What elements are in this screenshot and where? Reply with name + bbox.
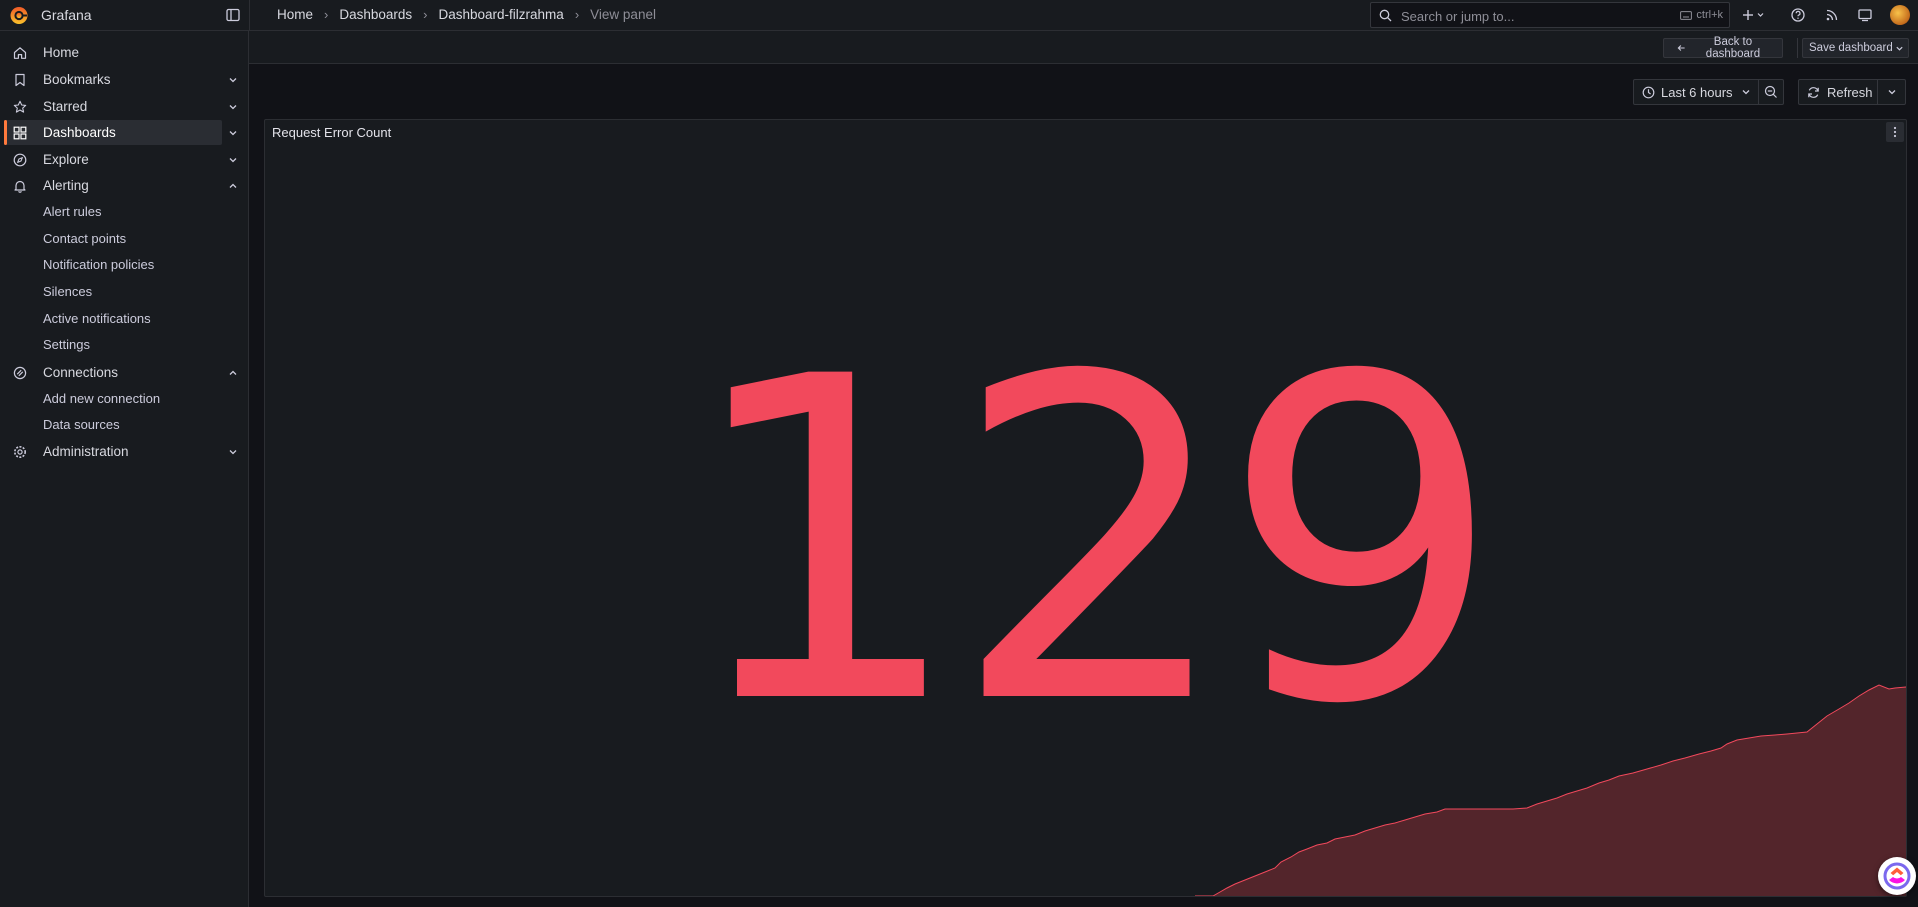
breadcrumb-dashboards[interactable]: Dashboards xyxy=(339,7,412,22)
chevron-down-icon[interactable] xyxy=(228,155,238,165)
help-icon[interactable] xyxy=(1790,7,1806,23)
refresh-label: Refresh xyxy=(1827,84,1873,100)
time-range-label: Last 6 hours xyxy=(1661,84,1733,100)
toolbar-divider xyxy=(1797,38,1798,58)
sidebar-subitem-add-new-connection[interactable]: Add new connection xyxy=(43,391,160,406)
chevron-down-icon[interactable] xyxy=(228,75,238,85)
sidebar-item-bookmarks[interactable]: Bookmarks xyxy=(0,67,249,92)
sidebar-item-label: Starred xyxy=(43,99,88,114)
breadcrumb-separator-icon: › xyxy=(423,7,428,22)
stat-value: 129 xyxy=(681,283,1503,801)
breadcrumb-home[interactable]: Home xyxy=(277,7,313,22)
sidebar-subitem-active-notifications[interactable]: Active notifications xyxy=(43,311,151,326)
back-to-dashboard-label: Back to dashboard xyxy=(1705,36,1761,60)
apps-icon xyxy=(13,126,27,140)
sidebar-item-home[interactable]: Home xyxy=(0,40,249,65)
top-navbar: Grafana Home › Dashboards › Dashboard-fi… xyxy=(0,0,1918,31)
home-icon xyxy=(13,47,27,59)
sidebar-item-label: Dashboards xyxy=(43,125,116,140)
sidebar-item-label: Alerting xyxy=(43,178,89,193)
sidebar-mega-menu: Home Bookmarks Starred Dashboards Explor… xyxy=(0,31,249,907)
sidebar-item-starred[interactable]: Starred xyxy=(0,94,249,119)
sidebar-item-alerting[interactable]: Alerting xyxy=(0,173,249,198)
save-dashboard-button[interactable]: Save dashboard xyxy=(1802,38,1909,58)
sidebar-item-label: Administration xyxy=(43,444,129,459)
sidebar-subitem-alert-rules[interactable]: Alert rules xyxy=(43,204,102,219)
sidebar-subitem-notification-policies[interactable]: Notification policies xyxy=(43,257,154,272)
refresh-button[interactable]: Refresh xyxy=(1798,79,1878,105)
clickup-logo-icon xyxy=(1883,862,1911,890)
breadcrumb-separator-icon: › xyxy=(324,7,329,22)
chevron-up-icon[interactable] xyxy=(228,181,238,191)
ellipsis-v-icon xyxy=(1893,126,1897,138)
zoom-out-icon xyxy=(1764,85,1777,98)
dashboard-toolbar: Back to dashboard Save dashboard xyxy=(249,31,1918,64)
chevron-down-icon[interactable] xyxy=(228,128,238,138)
sidebar-item-administration[interactable]: Administration xyxy=(0,439,249,464)
star-icon xyxy=(13,100,27,113)
panel-menu-button[interactable] xyxy=(1886,122,1904,142)
bookmark-icon xyxy=(15,73,25,87)
add-new-icon[interactable] xyxy=(1742,7,1768,23)
search-input[interactable] xyxy=(1399,6,1643,26)
chevron-down-icon xyxy=(1888,90,1895,95)
breadcrumb-dashboard[interactable]: Dashboard-filzrahma xyxy=(439,7,564,22)
sidebar-subitem-contact-points[interactable]: Contact points xyxy=(43,231,126,246)
sidebar-item-label: Home xyxy=(43,45,80,60)
chevron-down-icon[interactable] xyxy=(1895,44,1904,53)
save-dashboard-label: Save dashboard xyxy=(1809,42,1893,54)
sidebar-subitem-silences[interactable]: Silences xyxy=(43,284,92,299)
search-shortcut-label: ctrl+k xyxy=(1696,9,1723,21)
stat-panel: Request Error Count 129 xyxy=(264,119,1907,897)
chevron-down-icon[interactable] xyxy=(228,447,238,457)
clock-icon xyxy=(1642,86,1655,98)
zoom-out-button[interactable] xyxy=(1758,79,1784,105)
search-bar[interactable]: ctrl+k xyxy=(1370,2,1730,28)
dock-menu-icon[interactable] xyxy=(226,8,240,22)
search-shortcut: ctrl+k xyxy=(1680,9,1723,21)
clickup-extension-button[interactable] xyxy=(1878,857,1916,895)
back-to-dashboard-button[interactable]: Back to dashboard xyxy=(1663,36,1783,60)
panel-title[interactable]: Request Error Count xyxy=(272,125,391,140)
connections-icon xyxy=(13,366,27,380)
sidebar-subitem-data-sources[interactable]: Data sources xyxy=(43,417,120,432)
search-icon xyxy=(1379,9,1392,22)
app-title: Grafana xyxy=(41,7,92,23)
chevron-down-icon[interactable] xyxy=(228,102,238,112)
sidebar-item-connections[interactable]: Connections xyxy=(0,360,249,385)
grafana-logo-icon[interactable] xyxy=(9,5,29,25)
sync-icon xyxy=(1808,86,1819,98)
breadcrumb-current-page: View panel xyxy=(590,7,656,22)
refresh-interval-picker[interactable] xyxy=(1877,79,1906,105)
keyboard-icon xyxy=(1680,10,1693,20)
topbar-divider xyxy=(249,0,250,31)
sidebar-item-explore[interactable]: Explore xyxy=(0,147,249,172)
news-rss-icon[interactable] xyxy=(1824,7,1840,23)
sidebar-subitem-settings[interactable]: Settings xyxy=(43,337,90,352)
sidebar-item-label: Explore xyxy=(43,152,89,167)
breadcrumb: Home › Dashboards › Dashboard-filzrahma … xyxy=(277,7,656,22)
sidebar-item-label: Connections xyxy=(43,365,119,380)
user-avatar[interactable] xyxy=(1890,5,1910,25)
breadcrumb-separator-icon: › xyxy=(574,7,580,22)
cog-icon xyxy=(14,446,26,458)
bell-icon xyxy=(14,180,26,193)
chevron-up-icon[interactable] xyxy=(228,368,238,378)
time-range-picker[interactable]: Last 6 hours xyxy=(1633,79,1759,105)
sidebar-item-dashboards[interactable]: Dashboards xyxy=(4,120,237,145)
compass-icon xyxy=(13,153,27,167)
arrow-left-icon xyxy=(1677,45,1685,51)
sidebar-item-label: Bookmarks xyxy=(43,72,111,87)
kiosk-mode-icon[interactable] xyxy=(1857,7,1873,23)
chevron-down-icon xyxy=(1742,90,1750,95)
